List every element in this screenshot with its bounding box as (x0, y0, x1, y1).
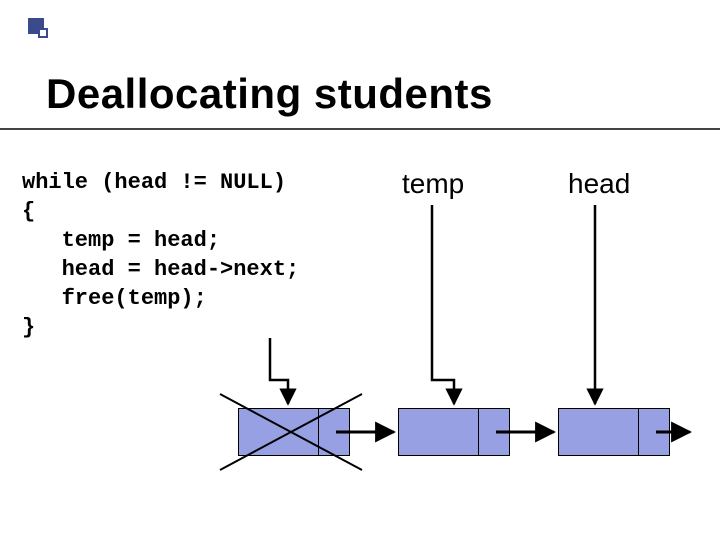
diagram-arrows (0, 0, 720, 540)
arrow-temp-to-node2 (432, 205, 454, 404)
arrow-prev-temp-to-node1 (270, 338, 288, 404)
